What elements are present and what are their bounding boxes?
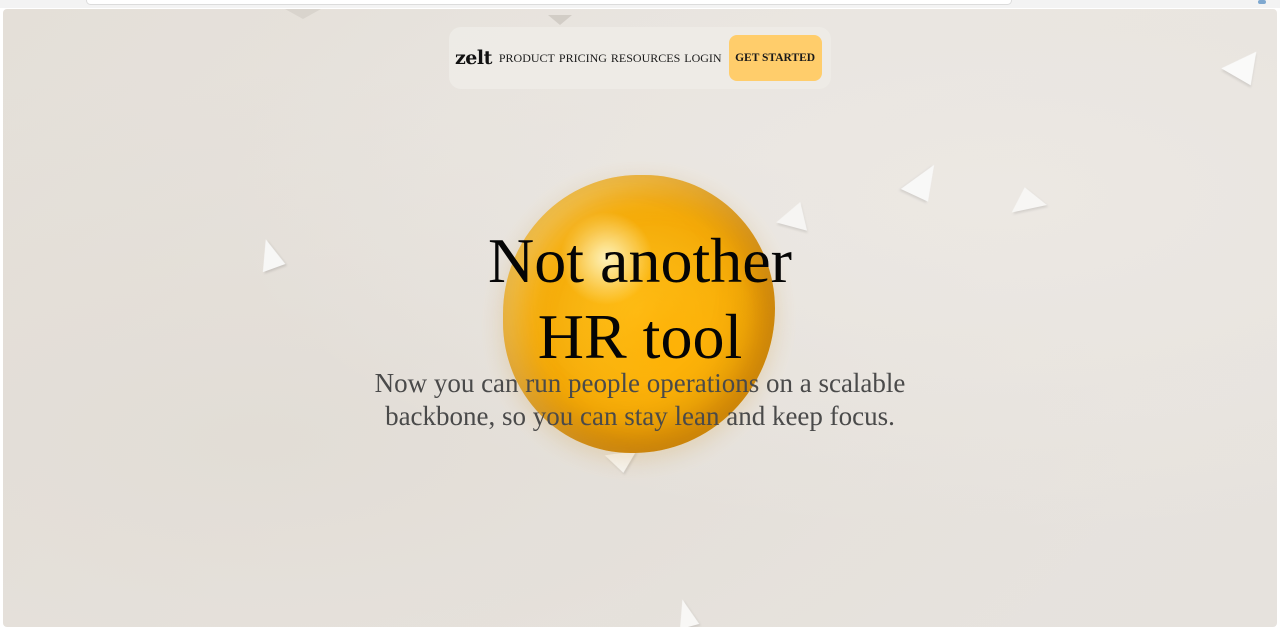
headline-line-2: HR tool — [537, 301, 743, 372]
paper-shard-decoration — [285, 9, 321, 19]
subtext-line-1: Now you can run people operations on a s… — [374, 368, 906, 398]
hero-subtext: Now you can run people operations on a s… — [3, 367, 1277, 433]
paper-shard-decoration — [604, 450, 640, 476]
paper-shard-decoration — [900, 156, 944, 202]
hero-section: zelt PRODUCT PRICING RESOURCES LOGIN GET… — [3, 9, 1277, 627]
zelt-logo[interactable]: zelt — [455, 47, 492, 69]
nav-link-product[interactable]: PRODUCT — [499, 51, 555, 66]
browser-extension-icon[interactable] — [1258, 0, 1266, 4]
nav-link-resources[interactable]: RESOURCES — [611, 51, 680, 66]
paper-shard-decoration — [1221, 40, 1267, 86]
headline-line-1: Not another — [488, 225, 792, 296]
subtext-line-2: backbone, so you can stay lean and keep … — [385, 401, 895, 431]
hero-headline: Not another HR tool — [3, 223, 1277, 375]
paper-shard-decoration — [548, 15, 572, 25]
nav-link-pricing[interactable]: PRICING — [559, 51, 607, 66]
paper-shard-decoration — [672, 596, 700, 627]
browser-top-strip — [0, 0, 1280, 8]
top-navbar: zelt PRODUCT PRICING RESOURCES LOGIN GET… — [449, 27, 831, 89]
address-bar-edge[interactable] — [86, 0, 1012, 5]
nav-link-login[interactable]: LOGIN — [684, 51, 721, 66]
paper-shard-decoration — [1007, 183, 1047, 213]
nav-links: PRODUCT PRICING RESOURCES LOGIN — [499, 51, 722, 66]
get-started-button[interactable]: GET STARTED — [728, 35, 822, 81]
